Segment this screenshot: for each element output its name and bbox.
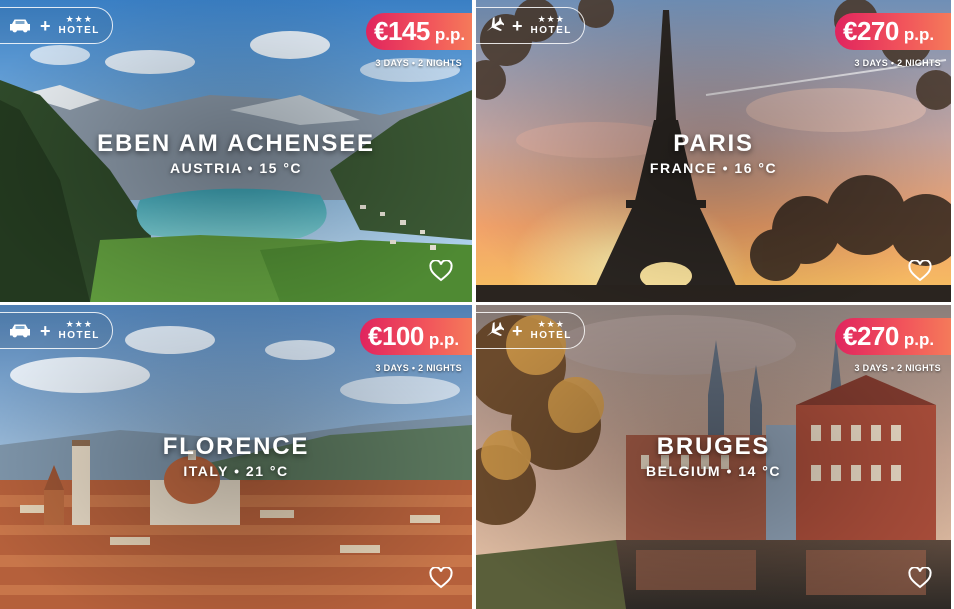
destination-city: EBEN AM ACHENSEE bbox=[97, 130, 375, 157]
destination-city: FLORENCE bbox=[162, 433, 310, 460]
price-unit: p.p. bbox=[903, 25, 935, 44]
deal-card-florence[interactable]: + ★★★ HOTEL €100 p.p. 3 DAYS • 2 NIGHTS … bbox=[0, 305, 472, 609]
hotel-label-group: ★★★ HOTEL bbox=[59, 320, 100, 341]
price-amount: €100 bbox=[368, 321, 424, 351]
hotel-label-group: ★★★ HOTEL bbox=[531, 15, 572, 36]
price-amount: €270 bbox=[843, 16, 899, 46]
package-badge: + ★★★ HOTEL bbox=[0, 312, 113, 349]
plus-sign: + bbox=[512, 15, 523, 36]
plane-icon bbox=[484, 16, 504, 35]
price-unit: p.p. bbox=[434, 25, 466, 44]
price-tag: €270 p.p. bbox=[835, 318, 951, 355]
destination-country-temp: FRANCE • 16 °C bbox=[649, 160, 778, 176]
plane-icon bbox=[484, 321, 504, 340]
destination-title: EBEN AM ACHENSEE AUSTRIA • 15 °C bbox=[0, 130, 472, 176]
price-unit: p.p. bbox=[428, 330, 460, 349]
favorite-heart-icon[interactable] bbox=[908, 259, 932, 282]
plus-sign: + bbox=[512, 320, 523, 341]
price-amount: €270 bbox=[843, 321, 899, 351]
price-unit: p.p. bbox=[903, 330, 935, 349]
destination-country-temp: ITALY • 21 °C bbox=[183, 463, 289, 479]
trip-duration: 3 DAYS • 2 NIGHTS bbox=[854, 363, 941, 373]
hotel-stars: ★★★ bbox=[65, 14, 93, 24]
trip-duration: 3 DAYS • 2 NIGHTS bbox=[375, 363, 462, 373]
price-amount: €145 bbox=[374, 16, 430, 46]
package-badge: + ★★★ HOTEL bbox=[476, 7, 585, 44]
hotel-stars: ★★★ bbox=[537, 14, 565, 24]
plus-sign: + bbox=[40, 320, 51, 341]
destination-title: PARIS FRANCE • 16 °C bbox=[476, 130, 951, 176]
hotel-label: HOTEL bbox=[530, 330, 572, 341]
hotel-label-group: ★★★ HOTEL bbox=[59, 15, 100, 36]
hotel-label-group: ★★★ HOTEL bbox=[531, 320, 572, 341]
deal-card-paris[interactable]: + ★★★ HOTEL €270 p.p. 3 DAYS • 2 NIGHTS … bbox=[476, 0, 951, 302]
favorite-heart-icon[interactable] bbox=[429, 566, 453, 589]
destination-title: BRUGES BELGIUM • 14 °C bbox=[476, 433, 951, 479]
price-tag: €270 p.p. bbox=[835, 13, 951, 50]
hotel-label: HOTEL bbox=[58, 25, 100, 36]
package-badge: + ★★★ HOTEL bbox=[0, 7, 113, 44]
package-badge: + ★★★ HOTEL bbox=[476, 312, 585, 349]
destination-city: PARIS bbox=[673, 130, 754, 157]
plus-sign: + bbox=[40, 15, 51, 36]
trip-duration: 3 DAYS • 2 NIGHTS bbox=[854, 58, 941, 68]
destination-country-temp: AUSTRIA • 15 °C bbox=[169, 160, 303, 176]
favorite-heart-icon[interactable] bbox=[908, 566, 932, 589]
hotel-label: HOTEL bbox=[58, 330, 100, 341]
deal-card-bruges[interactable]: + ★★★ HOTEL €270 p.p. 3 DAYS • 2 NIGHTS … bbox=[476, 305, 951, 609]
hotel-stars: ★★★ bbox=[65, 319, 93, 329]
deal-card-eben-am-achensee[interactable]: + ★★★ HOTEL €145 p.p. 3 DAYS • 2 NIGHTS … bbox=[0, 0, 472, 302]
hotel-label: HOTEL bbox=[530, 25, 572, 36]
trip-duration: 3 DAYS • 2 NIGHTS bbox=[375, 58, 462, 68]
price-tag: €100 p.p. bbox=[360, 318, 472, 355]
destination-title: FLORENCE ITALY • 21 °C bbox=[0, 433, 472, 479]
favorite-heart-icon[interactable] bbox=[429, 259, 453, 282]
destination-city: BRUGES bbox=[656, 433, 771, 460]
price-tag: €145 p.p. bbox=[366, 13, 472, 50]
car-icon bbox=[8, 18, 32, 34]
destination-country-temp: BELGIUM • 14 °C bbox=[646, 463, 781, 479]
hotel-stars: ★★★ bbox=[537, 319, 565, 329]
car-icon bbox=[8, 323, 32, 339]
